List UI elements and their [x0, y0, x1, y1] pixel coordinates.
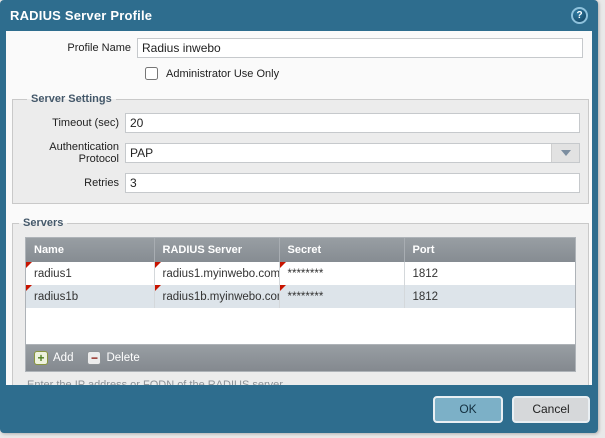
table-row[interactable]: radius1 radius1.myinwebo.com ******** 18…	[26, 262, 575, 285]
column-header-secret[interactable]: Secret	[279, 238, 404, 262]
column-header-name[interactable]: Name	[26, 238, 154, 262]
dialog-footer: OK Cancel	[0, 385, 598, 433]
delete-button[interactable]: − Delete	[87, 351, 139, 365]
table-header-row: Name RADIUS Server Secret Port	[26, 238, 575, 262]
column-header-port[interactable]: Port	[404, 238, 575, 262]
administrator-use-only-label: Administrator Use Only	[166, 68, 279, 80]
modified-cell-marker	[26, 262, 32, 268]
profile-name-input[interactable]	[137, 38, 583, 58]
retries-label: Retries	[21, 177, 125, 189]
retries-input[interactable]	[125, 173, 580, 193]
dialog-titlebar: RADIUS Server Profile ?	[0, 0, 598, 31]
cell-secret[interactable]: ********	[279, 262, 404, 285]
add-button[interactable]: + Add	[34, 351, 73, 365]
modified-cell-marker	[280, 285, 286, 291]
radius-server-profile-dialog: RADIUS Server Profile ? Profile Name Adm…	[0, 0, 598, 433]
server-settings-section: Server Settings Timeout (sec) Authentica…	[12, 93, 589, 204]
administrator-use-only-checkbox[interactable]	[145, 67, 158, 80]
cell-name[interactable]: radius1	[26, 262, 154, 285]
auth-protocol-label: Authentication Protocol	[21, 141, 125, 165]
dialog-content: Profile Name Administrator Use Only Serv…	[6, 31, 592, 385]
cell-server[interactable]: radius1.myinwebo.com	[154, 262, 279, 285]
add-icon: +	[34, 351, 48, 365]
ok-button[interactable]: OK	[433, 396, 503, 423]
cell-server[interactable]: radius1b.myinwebo.com	[154, 285, 279, 308]
delete-icon: −	[87, 351, 101, 365]
chevron-down-icon	[561, 150, 571, 156]
cancel-button[interactable]: Cancel	[512, 396, 590, 423]
cell-port[interactable]: 1812	[404, 262, 575, 285]
timeout-label: Timeout (sec)	[21, 117, 125, 129]
table-row[interactable]: radius1b radius1b.myinwebo.com ******** …	[26, 285, 575, 308]
modified-cell-marker	[26, 285, 32, 291]
modified-cell-marker	[155, 262, 161, 268]
dialog-title: RADIUS Server Profile	[10, 8, 152, 23]
cell-port[interactable]: 1812	[404, 285, 575, 308]
profile-name-label: Profile Name	[6, 42, 137, 54]
auth-protocol-row: Authentication Protocol	[21, 141, 580, 165]
auth-protocol-value[interactable]	[125, 143, 580, 163]
server-settings-legend: Server Settings	[27, 93, 116, 105]
help-icon[interactable]: ?	[571, 7, 588, 24]
modified-cell-marker	[280, 262, 286, 268]
servers-legend: Servers	[19, 217, 67, 229]
servers-section: Servers Name RADIUS Server Secret Port	[12, 217, 589, 385]
cell-secret[interactable]: ********	[279, 285, 404, 308]
table-toolbar: + Add − Delete	[25, 345, 576, 372]
auth-protocol-dropdown-button[interactable]	[551, 144, 579, 162]
column-header-server[interactable]: RADIUS Server	[154, 238, 279, 262]
auth-protocol-dropdown[interactable]	[125, 143, 580, 163]
table-empty-area	[26, 308, 575, 344]
servers-table: Name RADIUS Server Secret Port radius1 r…	[25, 237, 576, 345]
modified-cell-marker	[155, 285, 161, 291]
cell-name[interactable]: radius1b	[26, 285, 154, 308]
admin-only-row: Administrator Use Only	[145, 67, 592, 80]
retries-row: Retries	[21, 173, 580, 193]
timeout-row: Timeout (sec)	[21, 113, 580, 133]
profile-name-row: Profile Name	[6, 38, 583, 58]
timeout-input[interactable]	[125, 113, 580, 133]
screen: RADIUS Server Profile ? Profile Name Adm…	[0, 0, 605, 438]
